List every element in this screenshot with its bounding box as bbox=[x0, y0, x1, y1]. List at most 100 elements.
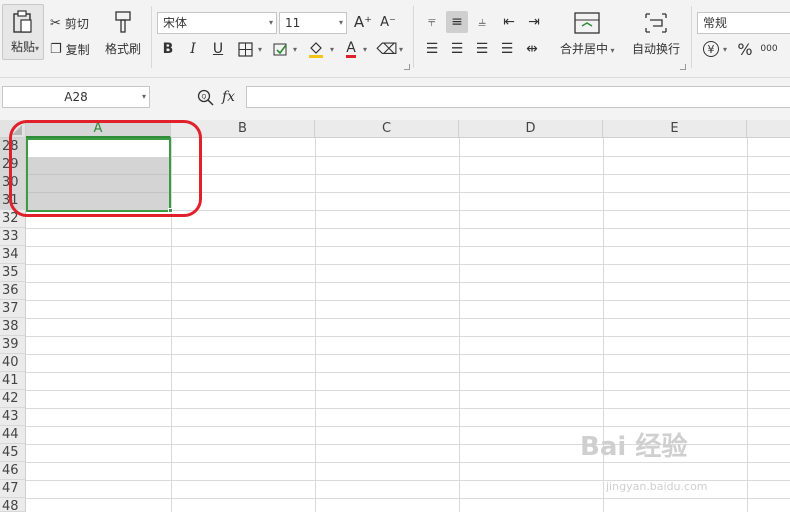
increase-indent-button[interactable]: ⇥ bbox=[523, 11, 545, 33]
row-header[interactable]: 47 bbox=[0, 480, 26, 498]
underline-button[interactable]: U bbox=[207, 38, 229, 60]
clear-format-button[interactable]: ⌫ bbox=[376, 38, 398, 60]
align-top-icon: ⫧ bbox=[428, 14, 436, 30]
merge-center-label: 合并居中 bbox=[560, 42, 609, 56]
copy-label: 复制 bbox=[65, 42, 90, 57]
format-painter-button[interactable]: 格式刷 bbox=[100, 6, 146, 60]
svg-text:Q: Q bbox=[201, 93, 206, 100]
cut-button[interactable]: ✂ 剪切 bbox=[50, 12, 89, 34]
font-color-icon: A bbox=[346, 39, 356, 58]
scissors-icon: ✂ bbox=[50, 15, 61, 31]
decrease-font-size-button[interactable]: A⁻ bbox=[377, 11, 399, 33]
fill-color-button[interactable] bbox=[305, 38, 327, 60]
watermark-text: Bai 经验 bbox=[580, 432, 688, 462]
eraser-icon: ⌫ bbox=[376, 40, 398, 58]
chevron-down-icon[interactable]: ▾ bbox=[723, 45, 727, 54]
distribute-button[interactable]: ⇹ bbox=[521, 38, 543, 60]
gridline bbox=[26, 354, 790, 355]
divider bbox=[151, 6, 152, 68]
column-header-c[interactable]: C bbox=[315, 120, 459, 138]
row-header[interactable]: 43 bbox=[0, 408, 26, 426]
percent-icon: % bbox=[737, 39, 753, 59]
decrease-indent-button[interactable]: ⇤ bbox=[498, 11, 520, 33]
row-header[interactable]: 42 bbox=[0, 390, 26, 408]
border-grid-icon bbox=[237, 41, 253, 57]
row-header[interactable]: 40 bbox=[0, 354, 26, 372]
gridline bbox=[26, 372, 790, 373]
column-header-e[interactable]: E bbox=[603, 120, 747, 138]
align-right-button[interactable]: ☰ bbox=[471, 38, 493, 60]
merge-center-button[interactable]: 合并居中 ▾ bbox=[560, 12, 615, 57]
gridline bbox=[26, 300, 790, 301]
italic-button[interactable]: I bbox=[182, 38, 204, 60]
column-header-f[interactable] bbox=[747, 120, 790, 138]
row-header[interactable]: 35 bbox=[0, 264, 26, 282]
row-header[interactable]: 39 bbox=[0, 336, 26, 354]
align-bottom-icon: ⫨ bbox=[478, 14, 486, 30]
row-header[interactable]: 38 bbox=[0, 318, 26, 336]
currency-format-button[interactable]: ¥ bbox=[700, 38, 722, 60]
chevron-down-icon: ▾ bbox=[268, 18, 273, 27]
format-painter-label: 格式刷 bbox=[104, 41, 141, 56]
increase-font-size-button[interactable]: A⁺ bbox=[352, 11, 374, 33]
bold-button[interactable]: B bbox=[157, 38, 179, 60]
row-header[interactable]: 41 bbox=[0, 372, 26, 390]
align-top-button[interactable]: ⫧ bbox=[421, 11, 443, 33]
row-header[interactable]: 48 bbox=[0, 498, 26, 512]
align-bottom-button[interactable]: ⫨ bbox=[471, 11, 493, 33]
gridline bbox=[26, 498, 790, 499]
name-box-value: A28 bbox=[64, 90, 88, 104]
paste-label: 粘贴 bbox=[10, 39, 35, 54]
gridline bbox=[26, 336, 790, 337]
align-center-button[interactable]: ☰ bbox=[446, 38, 468, 60]
wrap-text-button[interactable]: 自动换行 bbox=[632, 12, 680, 57]
chevron-down-icon[interactable]: ▾ bbox=[293, 45, 297, 54]
currency-icon: ¥ bbox=[703, 41, 719, 57]
chevron-down-icon[interactable]: ▾ bbox=[258, 45, 262, 54]
paste-dropdown-icon[interactable]: ▾ bbox=[35, 44, 39, 53]
borders-button[interactable] bbox=[234, 38, 256, 60]
row-header[interactable]: 37 bbox=[0, 300, 26, 318]
thousands-separator-button[interactable]: 000 bbox=[758, 38, 780, 60]
chevron-down-icon[interactable]: ▾ bbox=[330, 45, 334, 54]
number-format-select[interactable]: 常规 bbox=[697, 12, 790, 34]
row-header[interactable]: 45 bbox=[0, 444, 26, 462]
chevron-down-icon[interactable]: ▾ bbox=[363, 45, 367, 54]
row-header[interactable]: 33 bbox=[0, 228, 26, 246]
row-header[interactable]: 34 bbox=[0, 246, 26, 264]
font-name-select[interactable]: 宋体 ▾ bbox=[157, 12, 277, 34]
divider bbox=[691, 6, 692, 68]
distribute-icon: ⇹ bbox=[526, 41, 538, 57]
row-header[interactable]: 44 bbox=[0, 426, 26, 444]
justify-icon: ☰ bbox=[500, 41, 514, 57]
divider bbox=[413, 6, 414, 68]
column-header-d[interactable]: D bbox=[459, 120, 603, 138]
gridline bbox=[747, 138, 748, 512]
copy-button[interactable]: ❐ 复制 bbox=[50, 38, 90, 60]
insert-function-button[interactable]: fx bbox=[222, 86, 235, 108]
format-painter-icon bbox=[115, 10, 131, 33]
align-left-button[interactable]: ☰ bbox=[421, 38, 443, 60]
annotation-highlight bbox=[9, 120, 202, 217]
row-header[interactable]: 46 bbox=[0, 462, 26, 480]
name-box[interactable]: A28 ▾ bbox=[2, 86, 150, 108]
row-header[interactable]: 36 bbox=[0, 282, 26, 300]
number-format-value: 常规 bbox=[703, 16, 728, 30]
find-button[interactable]: Q bbox=[194, 86, 216, 108]
justify-button[interactable]: ☰ bbox=[496, 38, 518, 60]
increase-font-icon: A⁺ bbox=[353, 13, 373, 31]
conditional-format-button[interactable] bbox=[269, 38, 291, 60]
gridline bbox=[26, 318, 790, 319]
percent-format-button[interactable]: % bbox=[734, 38, 756, 60]
font-size-value: 11 bbox=[285, 16, 301, 30]
font-color-button[interactable]: A bbox=[340, 38, 362, 60]
gridline bbox=[26, 390, 790, 391]
font-dialog-launcher-icon[interactable] bbox=[404, 64, 410, 70]
formula-input[interactable] bbox=[246, 86, 790, 108]
font-size-select[interactable]: 11 ▾ bbox=[279, 12, 347, 34]
chevron-down-icon[interactable]: ▾ bbox=[399, 45, 403, 54]
alignment-dialog-launcher-icon[interactable] bbox=[680, 64, 686, 70]
align-middle-button[interactable]: ≡ bbox=[446, 11, 468, 33]
bold-icon: B bbox=[162, 41, 174, 57]
indent-icon: ⇥ bbox=[528, 14, 540, 30]
